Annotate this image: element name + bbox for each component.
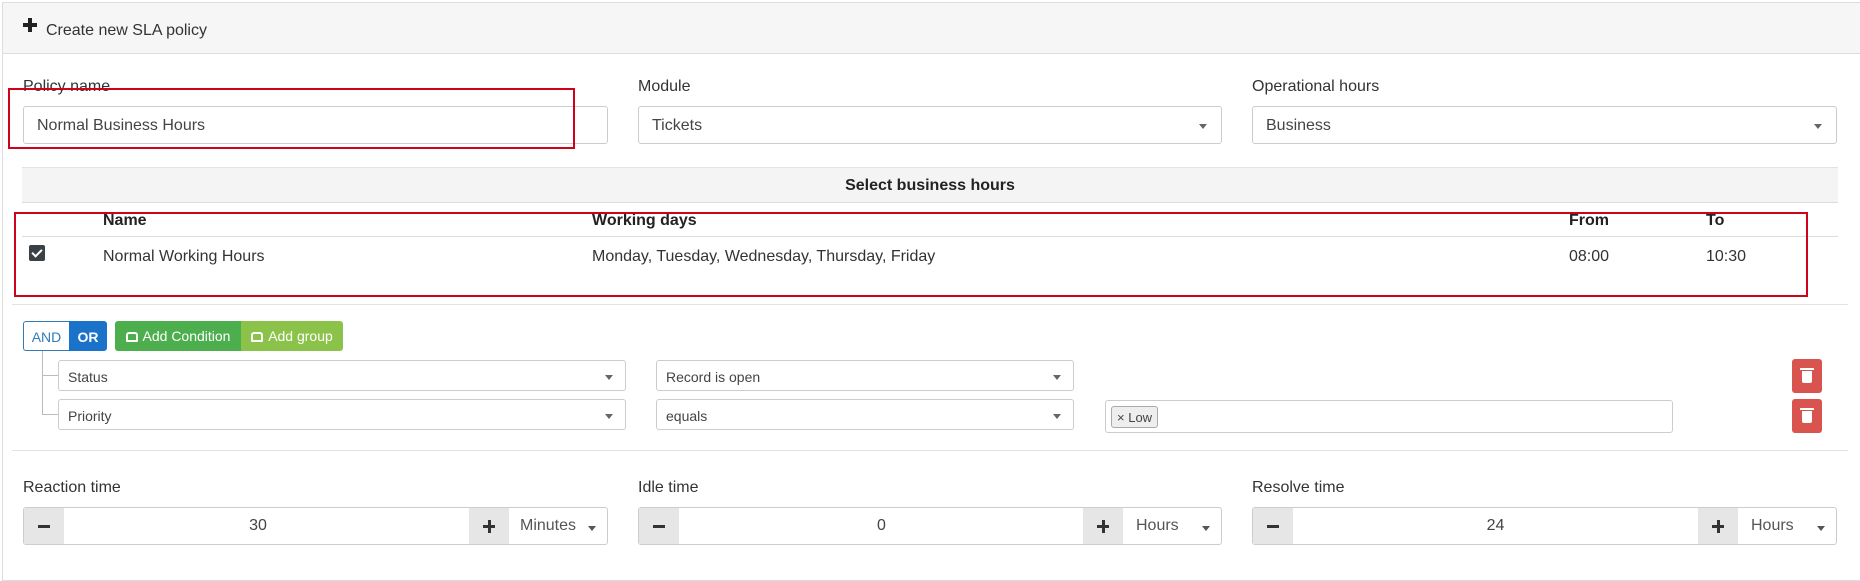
trash-icon — [1800, 408, 1814, 410]
trash-icon — [1800, 368, 1814, 370]
increment-button[interactable] — [1698, 508, 1738, 544]
reaction-time-unit[interactable]: Minutes — [520, 517, 576, 535]
resolve-time-value[interactable]: 24 — [1293, 517, 1698, 535]
reaction-time-value[interactable]: 30 — [64, 517, 452, 535]
rule-value-input[interactable]: × Low — [1105, 400, 1673, 433]
tree-branch — [42, 414, 58, 415]
reaction-time-label: Reaction time — [23, 479, 121, 496]
decrement-button[interactable] — [639, 508, 679, 544]
column-header-name: Name — [103, 212, 147, 229]
table-divider — [22, 236, 1838, 237]
chevron-down-icon — [1199, 124, 1207, 129]
and-button[interactable]: AND — [23, 321, 69, 351]
add-condition-button[interactable]: Add Condition — [115, 321, 241, 351]
decrement-button[interactable] — [1253, 508, 1293, 544]
idle-time-label: Idle time — [638, 479, 699, 496]
plus-icon — [23, 18, 37, 32]
resolve-time-spinner: 24 Hours — [1252, 507, 1837, 545]
tag-remove-icon[interactable]: × — [1117, 410, 1125, 425]
add-group-button[interactable]: Add group — [241, 321, 343, 351]
module-label: Module — [638, 78, 691, 95]
column-header-from: From — [1569, 212, 1609, 229]
resolve-time-label: Resolve time — [1252, 479, 1345, 496]
idle-time-spinner: 0 Hours — [638, 507, 1222, 545]
add-condition-icon — [125, 332, 138, 342]
idle-time-value[interactable]: 0 — [679, 517, 1084, 535]
row-checkbox[interactable] — [29, 245, 45, 261]
trash-icon-body — [1802, 371, 1812, 383]
rule-field-select[interactable]: Priority — [58, 399, 626, 430]
increment-button[interactable] — [469, 508, 509, 544]
operational-hours-label: Operational hours — [1252, 78, 1380, 95]
row-to: 10:30 — [1706, 248, 1747, 265]
policy-name-input[interactable]: Normal Business Hours — [23, 106, 608, 144]
sla-policy-panel: Create new SLA policy — [2, 2, 1860, 581]
module-select-value: Tickets — [652, 117, 703, 134]
chevron-down-icon — [1202, 526, 1210, 531]
module-select[interactable]: Tickets — [638, 106, 1222, 144]
value-tag[interactable]: × Low — [1111, 406, 1159, 428]
panel-title: Create new SLA policy — [46, 22, 207, 39]
row-from: 08:00 — [1569, 248, 1610, 265]
panel-header[interactable]: Create new SLA policy — [3, 3, 1860, 54]
delete-rule-button[interactable] — [1792, 359, 1822, 393]
chevron-down-icon — [588, 526, 596, 531]
or-button[interactable]: OR — [69, 321, 107, 351]
section-divider — [12, 450, 1848, 451]
chevron-down-icon — [605, 375, 613, 380]
column-header-working-days: Working days — [592, 212, 697, 229]
add-group-icon — [251, 332, 264, 342]
chevron-down-icon — [1053, 414, 1061, 419]
rule-field-select[interactable]: Status — [58, 360, 626, 391]
chevron-down-icon — [1053, 375, 1061, 380]
policy-name-label: Policy name — [23, 78, 111, 95]
resolve-time-unit[interactable]: Hours — [1751, 517, 1794, 535]
increment-button[interactable] — [1083, 508, 1123, 544]
row-working-days: Monday, Tuesday, Wednesday, Thursday, Fr… — [592, 248, 936, 265]
section-divider — [12, 304, 1848, 305]
rule-operator-value: equals — [666, 408, 708, 424]
tree-branch — [42, 375, 58, 376]
rule-operator-select[interactable]: Record is open — [656, 360, 1074, 391]
tag-label: Low — [1128, 410, 1153, 425]
reaction-time-spinner: 30 Minutes — [23, 507, 608, 545]
chevron-down-icon — [1814, 124, 1822, 129]
chevron-down-icon — [605, 414, 613, 419]
business-hours-title: Select business hours — [22, 167, 1838, 203]
decrement-button[interactable] — [24, 508, 64, 544]
operational-hours-select[interactable]: Business — [1252, 106, 1837, 144]
add-group-label: Add group — [268, 328, 333, 344]
tree-line — [42, 351, 43, 415]
row-name: Normal Working Hours — [103, 248, 265, 265]
rule-field-value: Priority — [68, 408, 112, 424]
idle-time-unit[interactable]: Hours — [1136, 517, 1179, 535]
rule-field-value: Status — [68, 369, 108, 385]
chevron-down-icon — [1817, 526, 1825, 531]
add-condition-label: Add Condition — [142, 328, 231, 344]
operational-hours-value: Business — [1266, 117, 1331, 134]
trash-icon-body — [1802, 411, 1812, 423]
column-header-to: To — [1706, 212, 1725, 229]
delete-rule-button[interactable] — [1792, 399, 1822, 433]
rule-operator-value: Record is open — [666, 369, 761, 385]
rule-operator-select[interactable]: equals — [656, 399, 1074, 430]
